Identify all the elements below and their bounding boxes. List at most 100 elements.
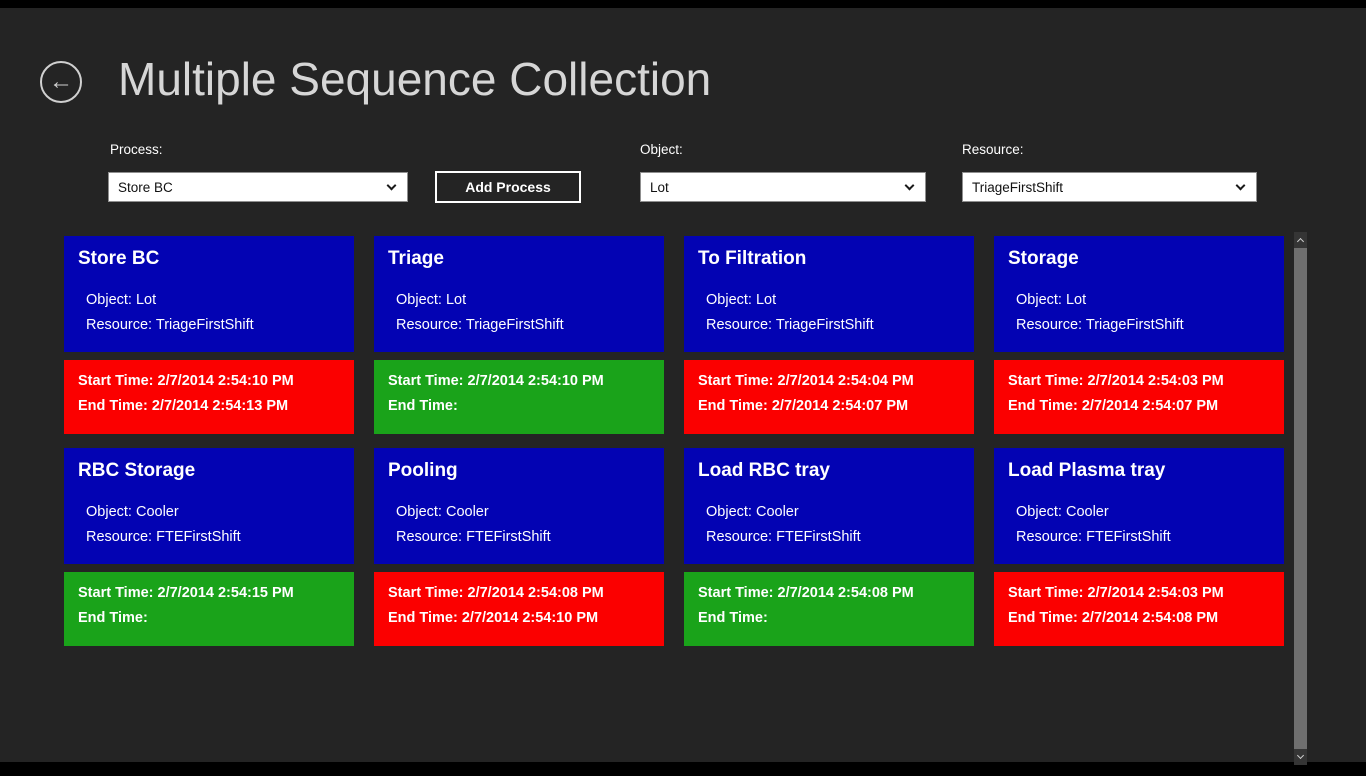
process-card[interactable]: RBC Storage Object: Cooler Resource: FTE… — [64, 448, 354, 646]
process-card[interactable]: To Filtration Object: Lot Resource: Tria… — [684, 236, 974, 434]
card-title: Store BC — [78, 248, 340, 270]
start-time-label: Start Time: — [698, 585, 773, 601]
object-field-value: Lot — [1066, 292, 1086, 308]
end-time-line: End Time: 2/7/2014 2:54:13 PM — [78, 394, 340, 419]
object-select[interactable]: Lot — [640, 172, 926, 202]
process-select[interactable]: Store BC — [108, 172, 408, 202]
resource-field-value: TriageFirstShift — [1086, 317, 1184, 333]
card-header: Pooling Object: Cooler Resource: FTEFirs… — [374, 448, 664, 564]
end-time-value: 2/7/2014 2:54:08 PM — [1082, 610, 1218, 626]
resource-select[interactable]: TriageFirstShift — [962, 172, 1257, 202]
card-resource-line: Resource: TriageFirstShift — [86, 313, 340, 338]
end-time-value: 2/7/2014 2:54:07 PM — [1082, 398, 1218, 414]
card-header: Load Plasma tray Object: Cooler Resource… — [994, 448, 1284, 564]
card-title: Triage — [388, 248, 650, 270]
card-title: To Filtration — [698, 248, 960, 270]
card-resource-line: Resource: FTEFirstShift — [1016, 525, 1270, 550]
process-card[interactable]: Store BC Object: Lot Resource: TriageFir… — [64, 236, 354, 434]
resource-field-value: FTEFirstShift — [156, 529, 241, 545]
start-time-value: 2/7/2014 2:54:15 PM — [158, 585, 294, 601]
scroll-up-button[interactable] — [1294, 232, 1307, 248]
object-field-label: Object: — [396, 504, 442, 520]
scrollbar-track[interactable] — [1294, 248, 1307, 749]
resource-field-value: FTEFirstShift — [1086, 529, 1171, 545]
end-time-line: End Time: — [698, 606, 960, 631]
resource-field-label: Resource: — [396, 317, 462, 333]
card-header: Store BC Object: Lot Resource: TriageFir… — [64, 236, 354, 352]
start-time-label: Start Time: — [1008, 585, 1083, 601]
process-card[interactable]: Triage Object: Lot Resource: TriageFirst… — [374, 236, 664, 434]
process-card[interactable]: Pooling Object: Cooler Resource: FTEFirs… — [374, 448, 664, 646]
card-object-line: Object: Lot — [1016, 288, 1270, 313]
scroll-down-button[interactable] — [1294, 749, 1307, 765]
start-time-line: Start Time: 2/7/2014 2:54:10 PM — [388, 369, 650, 394]
start-time-value: 2/7/2014 2:54:03 PM — [1088, 373, 1224, 389]
start-time-value: 2/7/2014 2:54:08 PM — [778, 585, 914, 601]
card-header: RBC Storage Object: Cooler Resource: FTE… — [64, 448, 354, 564]
card-resource-line: Resource: TriageFirstShift — [396, 313, 650, 338]
card-header: To Filtration Object: Lot Resource: Tria… — [684, 236, 974, 352]
object-label: Object: — [640, 142, 683, 157]
end-time-label: End Time: — [78, 398, 148, 414]
object-field-value: Lot — [136, 292, 156, 308]
resource-field-label: Resource: — [396, 529, 462, 545]
end-time-label: End Time: — [698, 610, 768, 626]
scrollbar-thumb[interactable] — [1294, 248, 1307, 749]
back-button[interactable]: ← — [40, 61, 82, 103]
card-object-line: Object: Lot — [396, 288, 650, 313]
card-header: Load RBC tray Object: Cooler Resource: F… — [684, 448, 974, 564]
object-field-label: Object: — [396, 292, 442, 308]
object-field-value: Lot — [446, 292, 466, 308]
start-time-line: Start Time: 2/7/2014 2:54:03 PM — [1008, 369, 1270, 394]
resource-field-value: TriageFirstShift — [156, 317, 254, 333]
card-title: Pooling — [388, 460, 650, 482]
end-time-label: End Time: — [1008, 398, 1078, 414]
card-grid: Store BC Object: Lot Resource: TriageFir… — [64, 236, 1284, 646]
start-time-label: Start Time: — [1008, 373, 1083, 389]
start-time-label: Start Time: — [78, 373, 153, 389]
object-field-label: Object: — [706, 292, 752, 308]
card-time-panel: Start Time: 2/7/2014 2:54:08 PM End Time… — [374, 572, 664, 646]
end-time-label: End Time: — [78, 610, 148, 626]
top-edge-bar — [0, 0, 1366, 8]
resource-field-value: TriageFirstShift — [466, 317, 564, 333]
process-card[interactable]: Load RBC tray Object: Cooler Resource: F… — [684, 448, 974, 646]
card-object-line: Object: Cooler — [706, 500, 960, 525]
card-time-panel: Start Time: 2/7/2014 2:54:15 PM End Time… — [64, 572, 354, 646]
start-time-line: Start Time: 2/7/2014 2:54:08 PM — [698, 581, 960, 606]
card-resource-line: Resource: TriageFirstShift — [1016, 313, 1270, 338]
card-object-line: Object: Lot — [86, 288, 340, 313]
vertical-scrollbar[interactable] — [1294, 232, 1307, 765]
start-time-value: 2/7/2014 2:54:10 PM — [158, 373, 294, 389]
card-time-panel: Start Time: 2/7/2014 2:54:10 PM End Time… — [64, 360, 354, 434]
card-title: RBC Storage — [78, 460, 340, 482]
resource-field-label: Resource: — [706, 317, 772, 333]
end-time-line: End Time: — [388, 394, 650, 419]
card-resource-line: Resource: FTEFirstShift — [396, 525, 650, 550]
start-time-label: Start Time: — [698, 373, 773, 389]
end-time-label: End Time: — [388, 610, 458, 626]
card-title: Load RBC tray — [698, 460, 960, 482]
end-time-label: End Time: — [1008, 610, 1078, 626]
end-time-value: 2/7/2014 2:54:10 PM — [462, 610, 598, 626]
start-time-line: Start Time: 2/7/2014 2:54:03 PM — [1008, 581, 1270, 606]
resource-field-label: Resource: — [706, 529, 772, 545]
end-time-line: End Time: 2/7/2014 2:54:08 PM — [1008, 606, 1270, 631]
card-title: Load Plasma tray — [1008, 460, 1270, 482]
chevron-down-icon — [905, 180, 915, 190]
resource-select-value: TriageFirstShift — [972, 180, 1237, 195]
card-title: Storage — [1008, 248, 1270, 270]
end-time-line: End Time: 2/7/2014 2:54:07 PM — [698, 394, 960, 419]
process-card[interactable]: Storage Object: Lot Resource: TriageFirs… — [994, 236, 1284, 434]
object-field-label: Object: — [706, 504, 752, 520]
start-time-label: Start Time: — [388, 585, 463, 601]
bottom-edge-bar — [0, 762, 1366, 776]
card-object-line: Object: Lot — [706, 288, 960, 313]
resource-label: Resource: — [962, 142, 1024, 157]
process-card[interactable]: Load Plasma tray Object: Cooler Resource… — [994, 448, 1284, 646]
start-time-line: Start Time: 2/7/2014 2:54:08 PM — [388, 581, 650, 606]
card-header: Storage Object: Lot Resource: TriageFirs… — [994, 236, 1284, 352]
card-resource-line: Resource: FTEFirstShift — [86, 525, 340, 550]
add-process-button[interactable]: Add Process — [435, 171, 581, 203]
object-select-value: Lot — [650, 180, 906, 195]
